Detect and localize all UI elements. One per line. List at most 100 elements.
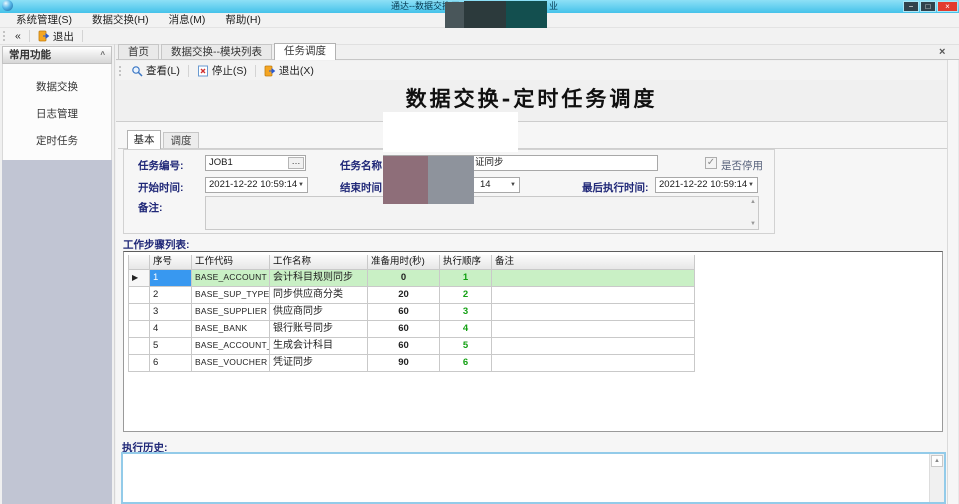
scroll-up-icon[interactable]: ▲ — [931, 455, 943, 467]
menu-system[interactable]: 系统管理(S) — [6, 13, 82, 27]
search-icon — [131, 65, 143, 77]
sidebar-item-log-manage[interactable]: 日志管理 — [3, 101, 111, 128]
cell-code[interactable]: BASE_VOUCHER — [192, 355, 270, 372]
cell-seq[interactable]: 6 — [150, 355, 192, 372]
cell-remark[interactable] — [492, 355, 695, 372]
quick-exit-label: 退出 — [53, 29, 74, 44]
stop-button[interactable]: 停止(S) — [194, 62, 250, 79]
cell-seq[interactable]: 4 — [150, 321, 192, 338]
history-textarea[interactable]: ▲ — [121, 452, 946, 504]
grid-header-remark[interactable]: 备注 — [492, 255, 695, 270]
remark-textarea[interactable]: ▲ ▼ — [205, 196, 759, 230]
scroll-down-icon[interactable]: ▼ — [750, 221, 756, 227]
chevron-down-icon[interactable]: ▼ — [748, 182, 754, 188]
cell-order[interactable]: 5 — [440, 338, 492, 355]
cell-prep[interactable]: 60 — [368, 321, 440, 338]
cell-remark[interactable] — [492, 338, 695, 355]
cell-seq[interactable]: 5 — [150, 338, 192, 355]
minimize-button[interactable]: − — [903, 1, 919, 12]
cell-prep[interactable]: 60 — [368, 304, 440, 321]
exit-icon — [38, 30, 50, 42]
quick-exit-button[interactable]: 退出 — [35, 28, 77, 45]
cell-order[interactable]: 6 — [440, 355, 492, 372]
cell-code[interactable]: BASE_ACCOUNT — [192, 270, 270, 287]
cell-seq[interactable]: 2 — [150, 287, 192, 304]
sidebar-item-scheduled-task[interactable]: 定时任务 — [3, 128, 111, 155]
menu-data-exchange[interactable]: 数据交换(H) — [82, 13, 159, 27]
grid-header-prep[interactable]: 准备用时(秒) — [368, 255, 440, 270]
cell-seq[interactable]: 1 — [150, 270, 192, 287]
cell-code[interactable]: BASE_ACCOUNT_DCY — [192, 338, 270, 355]
cell-prep[interactable]: 20 — [368, 287, 440, 304]
cell-remark[interactable] — [492, 287, 695, 304]
cell-order[interactable]: 1 — [440, 270, 492, 287]
start-time-field[interactable]: 2021-12-22 10:59:14 ▼ — [205, 177, 308, 193]
cell-name[interactable]: 同步供应商分类 — [270, 287, 368, 304]
menu-help[interactable]: 帮助(H) — [215, 13, 271, 27]
row-selector[interactable] — [128, 355, 150, 372]
menu-message[interactable]: 消息(M) — [159, 13, 216, 27]
tab-home[interactable]: 首页 — [118, 44, 159, 60]
grid-header-code[interactable]: 工作代码 — [192, 255, 270, 270]
remark-label: 备注: — [138, 200, 163, 215]
cell-prep[interactable]: 0 — [368, 270, 440, 287]
cell-name[interactable]: 会计科目规则同步 — [270, 270, 368, 287]
steps-grid: 序号 工作代码 工作名称 准备用时(秒) 执行顺序 备注 ▶ 1 BASE_AC… — [128, 255, 697, 372]
row-selector[interactable] — [128, 321, 150, 338]
cell-order[interactable]: 4 — [440, 321, 492, 338]
grid-header-selector[interactable] — [128, 255, 150, 270]
disable-checkbox[interactable]: ✓ — [705, 157, 717, 169]
collapse-button[interactable]: « — [12, 29, 24, 43]
last-exec-field[interactable]: 2021-12-22 10:59:14 ▼ — [655, 177, 758, 193]
cell-seq[interactable]: 3 — [150, 304, 192, 321]
cell-code[interactable]: BASE_SUP_TYPE — [192, 287, 270, 304]
chevron-down-icon[interactable]: ▼ — [510, 182, 516, 188]
form-tab-schedule[interactable]: 调度 — [163, 132, 199, 148]
cell-remark[interactable] — [492, 304, 695, 321]
cell-prep[interactable]: 60 — [368, 338, 440, 355]
cell-order[interactable]: 3 — [440, 304, 492, 321]
cell-code[interactable]: BASE_BANK — [192, 321, 270, 338]
row-selector[interactable] — [128, 338, 150, 355]
table-row[interactable]: 2 BASE_SUP_TYPE 同步供应商分类 20 2 — [128, 287, 697, 304]
tabstrip-line — [116, 59, 959, 60]
row-selector[interactable] — [128, 304, 150, 321]
close-button[interactable]: × — [937, 1, 958, 12]
tab-task-schedule[interactable]: 任务调度 — [274, 43, 336, 60]
table-row[interactable]: 4 BASE_BANK 银行账号同步 60 4 — [128, 321, 697, 338]
cell-name[interactable]: 银行账号同步 — [270, 321, 368, 338]
maximize-button[interactable]: □ — [920, 1, 936, 12]
cell-order[interactable]: 2 — [440, 287, 492, 304]
task-no-field[interactable]: JOB1 … — [205, 155, 306, 171]
cell-remark[interactable] — [492, 270, 695, 287]
row-selector[interactable] — [128, 287, 150, 304]
history-scrollbar[interactable]: ▲ — [929, 454, 944, 502]
sidebar-header[interactable]: ^ 常用功能 — [2, 46, 112, 64]
main-scrollbar[interactable] — [947, 60, 959, 504]
browse-button[interactable]: … — [288, 157, 304, 169]
row-selector-arrow[interactable]: ▶ — [128, 270, 150, 287]
cell-name[interactable]: 凭证同步 — [270, 355, 368, 372]
app-icon[interactable] — [2, 0, 13, 11]
cell-code[interactable]: BASE_SUPPLIER — [192, 304, 270, 321]
cell-name[interactable]: 供应商同步 — [270, 304, 368, 321]
collapse-icon[interactable]: ^ — [100, 47, 105, 63]
tab-close-icon[interactable]: × — [939, 46, 945, 58]
cell-remark[interactable] — [492, 321, 695, 338]
table-row[interactable]: 5 BASE_ACCOUNT_DCY 生成会计科目 60 5 — [128, 338, 697, 355]
grid-header-name[interactable]: 工作名称 — [270, 255, 368, 270]
scroll-up-icon[interactable]: ▲ — [750, 199, 756, 205]
sidebar-item-data-exchange[interactable]: 数据交换 — [3, 74, 111, 101]
grid-header-seq[interactable]: 序号 — [150, 255, 192, 270]
grid-header-order[interactable]: 执行顺序 — [440, 255, 492, 270]
tab-module-list[interactable]: 数据交换--模块列表 — [161, 44, 272, 60]
table-row[interactable]: 3 BASE_SUPPLIER 供应商同步 60 3 — [128, 304, 697, 321]
cell-name[interactable]: 生成会计科目 — [270, 338, 368, 355]
form-tab-basic[interactable]: 基本 — [127, 130, 161, 149]
chevron-down-icon[interactable]: ▼ — [298, 182, 304, 188]
view-button[interactable]: 查看(L) — [128, 62, 183, 79]
cell-prep[interactable]: 90 — [368, 355, 440, 372]
table-row[interactable]: ▶ 1 BASE_ACCOUNT 会计科目规则同步 0 1 — [128, 270, 697, 287]
exit-button[interactable]: 退出(X) — [261, 62, 317, 79]
table-row[interactable]: 6 BASE_VOUCHER 凭证同步 90 6 — [128, 355, 697, 372]
